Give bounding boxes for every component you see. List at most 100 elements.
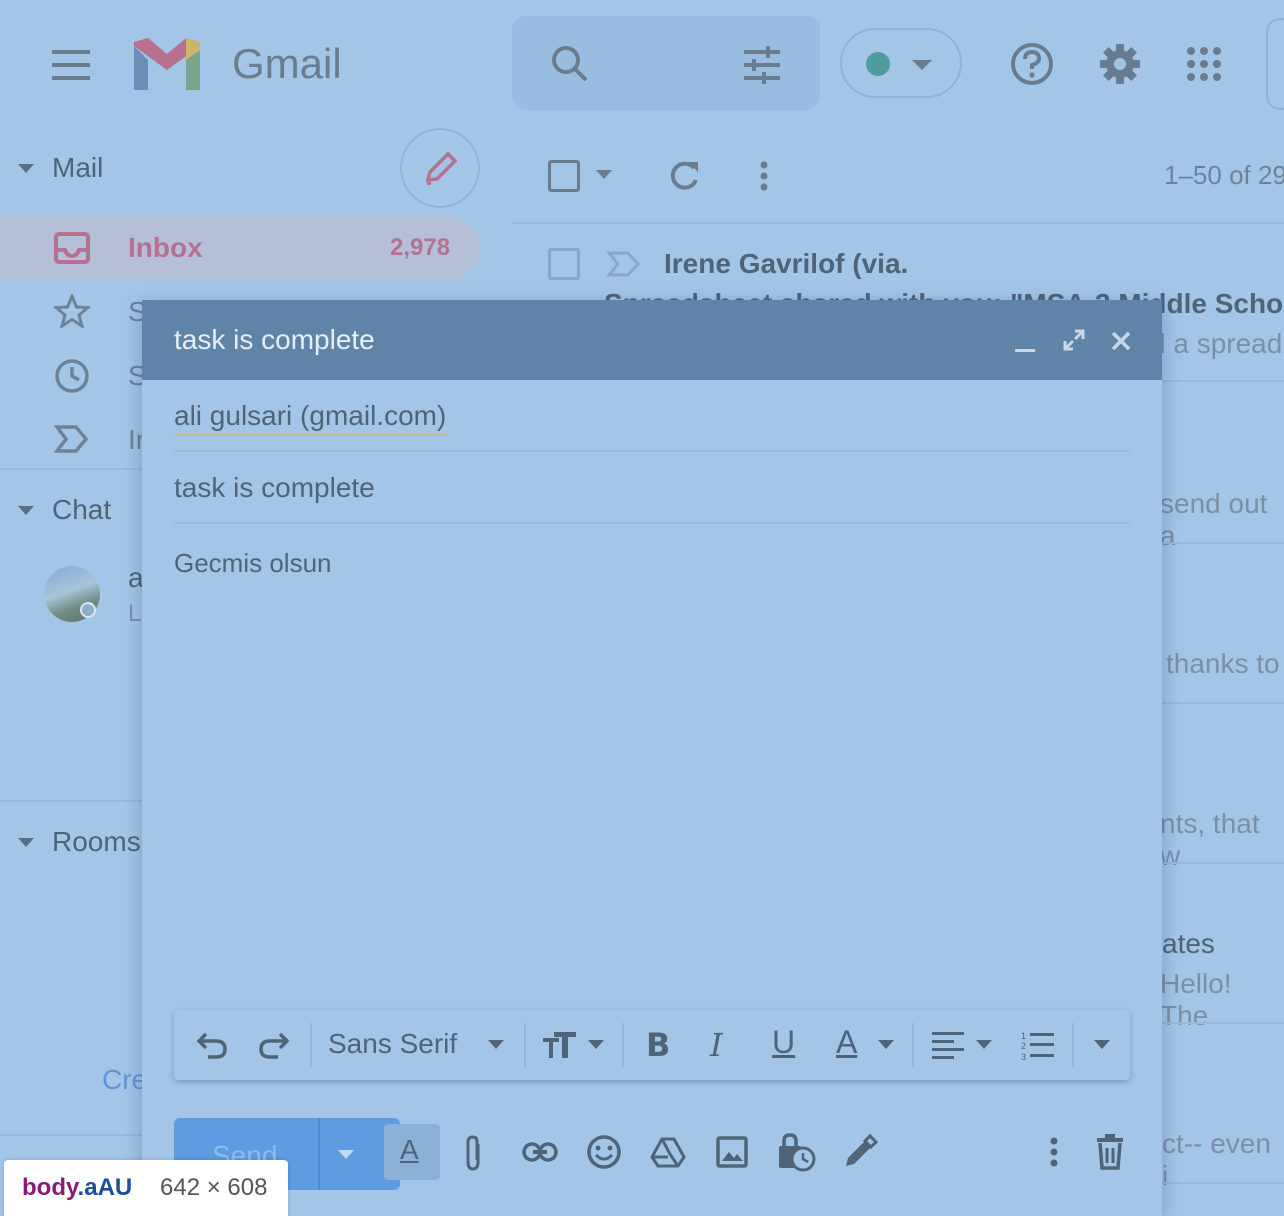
toolbar-separator (912, 1023, 914, 1067)
drive-icon[interactable] (650, 1136, 686, 1168)
select-all-checkbox[interactable] (548, 160, 580, 192)
refresh-icon[interactable] (666, 158, 702, 194)
gmail-wordmark: Gmail (232, 40, 342, 87)
signature-icon[interactable] (842, 1134, 878, 1170)
inspector-size: 642 × 608 (160, 1174, 268, 1201)
chevron-down-icon[interactable] (878, 1040, 894, 1050)
font-size-icon[interactable] (542, 1030, 578, 1060)
inspector-tooltip: body.aAU 642 × 608 (4, 1160, 288, 1216)
chevron-down-icon[interactable] (488, 1040, 504, 1050)
account-button[interactable] (1266, 18, 1284, 110)
compose-header[interactable]: task is complete (142, 300, 1162, 380)
recipient-chip[interactable]: ali gulsari (gmail.com) (174, 400, 447, 436)
important-marker-icon[interactable] (606, 250, 642, 278)
help-icon[interactable] (1010, 42, 1054, 86)
inspector-selector: body.aAU (22, 1174, 132, 1202)
apps-icon[interactable] (1186, 46, 1222, 82)
chat-contact-status: L (128, 600, 142, 627)
numbered-list-icon[interactable]: 123 (1020, 1030, 1054, 1060)
text-color-icon[interactable]: A (836, 1024, 857, 1061)
pagination-range: 1–50 of 29 (1164, 160, 1284, 190)
more-vert-icon[interactable] (758, 160, 770, 192)
search-options-icon[interactable] (742, 46, 782, 84)
compose-button[interactable] (400, 128, 480, 208)
more-options-icon[interactable] (1048, 1136, 1060, 1168)
message-body[interactable]: Gecmis olsun (174, 548, 332, 579)
confidential-mode-icon[interactable] (776, 1132, 816, 1172)
chevron-down-icon[interactable] (596, 170, 612, 180)
align-icon[interactable] (932, 1030, 964, 1060)
inspector-tag: body (22, 1174, 78, 1201)
row-divider (1162, 702, 1284, 704)
field-divider (174, 522, 1130, 524)
collapse-chat-icon[interactable] (18, 506, 34, 516)
star-icon (54, 294, 90, 328)
gmail-logo[interactable] (130, 36, 204, 92)
sidebar-divider (0, 468, 142, 470)
chevron-down-icon[interactable] (588, 1040, 604, 1050)
font-family-select[interactable]: Sans Serif (328, 1028, 457, 1060)
settings-icon[interactable] (1098, 42, 1142, 86)
presence-icon (80, 602, 96, 618)
fullscreen-icon[interactable] (1062, 328, 1086, 352)
sidebar-divider (0, 1134, 142, 1136)
compose-window: task is complete ali gulsari (gmail.com)… (142, 300, 1162, 1216)
main-menu-button[interactable] (50, 48, 94, 82)
send-split-divider (318, 1118, 320, 1190)
underline-icon[interactable]: U (772, 1024, 795, 1061)
redo-icon[interactable] (258, 1030, 290, 1060)
row-checkbox[interactable] (548, 248, 580, 280)
status-icon (866, 52, 890, 76)
row-divider (1162, 862, 1284, 864)
important-icon (54, 425, 89, 453)
emoji-icon[interactable] (586, 1134, 622, 1170)
text-format-icon: A (400, 1134, 419, 1165)
attach-icon[interactable] (464, 1134, 484, 1172)
collapse-mail-icon[interactable] (18, 164, 34, 174)
inbox-icon (54, 232, 90, 264)
clock-icon (55, 359, 89, 393)
photo-icon[interactable] (716, 1136, 748, 1168)
row-divider (1162, 380, 1284, 382)
email-subject[interactable]: ates (1162, 928, 1215, 960)
undo-icon[interactable] (196, 1030, 228, 1060)
menu-icon (52, 50, 90, 80)
create-room-link[interactable]: Cre (102, 1064, 147, 1096)
row-divider (1162, 1022, 1284, 1024)
inspector-class: .aAU (77, 1174, 133, 1201)
italic-icon[interactable]: I (710, 1026, 723, 1064)
compose-title: task is complete (174, 324, 375, 355)
schedule-send-chevron-icon[interactable] (338, 1150, 354, 1160)
pencil-icon (425, 151, 458, 186)
more-formatting-icon[interactable] (1094, 1040, 1110, 1050)
subject-field[interactable]: task is complete (174, 472, 375, 504)
row-divider (1162, 542, 1284, 544)
search-bar[interactable] (512, 16, 820, 110)
row-divider (1162, 1182, 1284, 1184)
chevron-down-icon[interactable] (976, 1040, 992, 1050)
sidebar-item-label: Inbox (128, 232, 203, 263)
toolbar-separator (1072, 1023, 1074, 1067)
link-icon[interactable] (522, 1140, 558, 1164)
collapse-rooms-icon[interactable] (18, 838, 34, 848)
email-sender[interactable]: Irene Gavrilof (via. (664, 248, 908, 280)
chevron-down-icon (912, 60, 932, 70)
status-selector[interactable] (840, 28, 962, 98)
search-icon[interactable] (550, 44, 590, 84)
list-divider (512, 222, 1284, 224)
minimize-icon[interactable] (1014, 336, 1036, 354)
email-snippet[interactable]: d a spread (1150, 328, 1282, 360)
sidebar-divider (0, 800, 142, 802)
mail-section-label[interactable]: Mail (52, 152, 103, 184)
rooms-section-label[interactable]: Rooms (52, 826, 141, 858)
discard-draft-icon[interactable] (1096, 1134, 1124, 1170)
toolbar-separator (524, 1023, 526, 1067)
formatting-toggle-button[interactable]: A (384, 1124, 440, 1180)
chat-section-label[interactable]: Chat (52, 494, 111, 526)
svg-text:2: 2 (1021, 1041, 1026, 1051)
inbox-unread-count: 2,978 (390, 234, 451, 261)
toolbar-separator (622, 1023, 624, 1067)
close-icon[interactable] (1110, 330, 1132, 352)
bold-icon[interactable]: B (646, 1026, 670, 1064)
email-snippet[interactable]: thanks to (1166, 648, 1280, 680)
